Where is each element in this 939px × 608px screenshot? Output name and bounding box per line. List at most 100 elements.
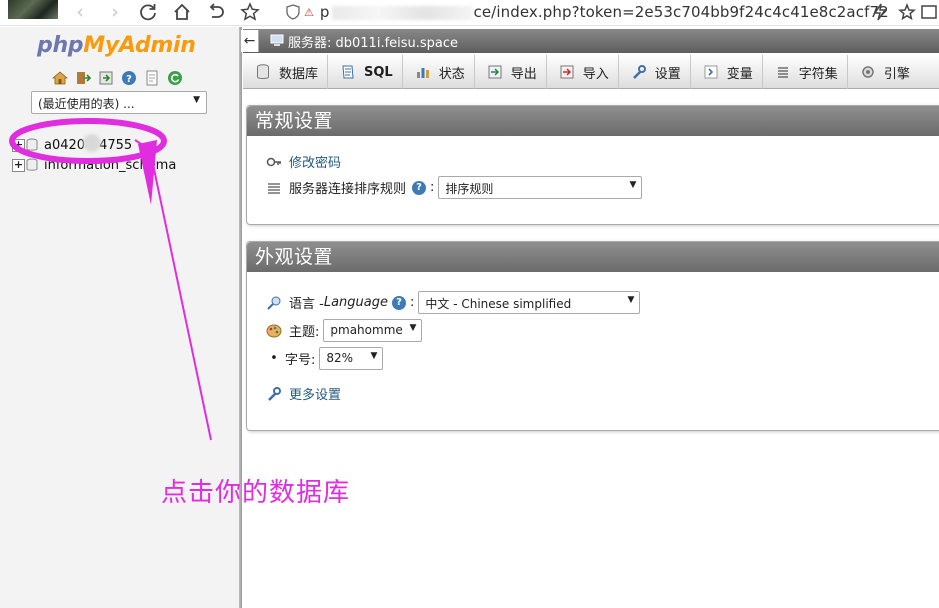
phpmyadmin-logo[interactable]: phpMyAdmin — [37, 33, 196, 58]
expand-icon[interactable]: + — [12, 158, 25, 172]
tree-item-database[interactable]: + a0420 4755 — [12, 134, 176, 155]
server-breadcrumb: ← 服务器: db011i.feisu.space — [241, 29, 939, 53]
wrench-icon — [265, 386, 283, 402]
change-password-link[interactable]: 修改密码 — [289, 152, 341, 171]
panel-divider[interactable] — [239, 27, 242, 608]
navigation-panel: phpMyAdmin ? (最近使用的表) ... ▼ + a0420 4755 … — [0, 27, 242, 608]
main-tabs: 数据库 SQL 状态 导出 导入 设置 变量 字符集 引擎 — [243, 55, 939, 89]
forward-arrow-icon[interactable]: › — [103, 0, 127, 24]
key-icon — [265, 154, 283, 170]
general-settings-panel: 常规设置 修改密码 服务器连接排序规则 ? : 排序规则 ▼ — [246, 105, 939, 225]
logout-icon[interactable] — [74, 69, 91, 86]
variables-icon — [703, 64, 719, 80]
database-name[interactable]: a0420 4755 — [44, 134, 132, 153]
main-content: ← 服务器: db011i.feisu.space 数据库 SQL 状态 导出 — [241, 27, 939, 608]
tab-settings[interactable]: 设置 — [619, 55, 691, 89]
home-icon[interactable] — [170, 0, 194, 24]
change-password-row: 修改密码 — [265, 152, 341, 171]
database-icon — [255, 64, 271, 80]
favorite-star-icon[interactable] — [895, 0, 919, 24]
language-row: 语言 - Language ? : 中文 - Chinese simplifie… — [265, 291, 641, 314]
collapse-arrow-icon[interactable]: ← — [241, 30, 259, 52]
sql-docs-icon[interactable] — [143, 69, 160, 86]
collation-row: 服务器连接排序规则 ? : 排序规则 ▼ — [265, 176, 643, 199]
more-settings-row: 更多设置 — [265, 384, 341, 403]
colon: : — [409, 295, 415, 310]
fontsize-row: • 字号: 82% ▼ — [265, 347, 384, 370]
collation-label: 服务器连接排序规则 — [289, 182, 407, 197]
bullet-icon: • — [270, 351, 278, 366]
chevron-down-icon: ▼ — [629, 180, 637, 190]
database-icon — [26, 138, 38, 151]
general-settings-title: 常规设置 — [247, 106, 939, 136]
tab-charsets[interactable]: 字符集 — [763, 55, 848, 89]
database-icon — [26, 158, 38, 171]
database-tree: + a0420 4755 + information_schema — [12, 134, 176, 175]
lightning-icon[interactable] — [868, 0, 892, 24]
collation-select[interactable]: 排序规则 ▼ — [438, 176, 643, 199]
query-window-icon[interactable] — [97, 69, 114, 86]
help-icon[interactable]: ? — [412, 180, 427, 195]
sql-icon — [340, 64, 356, 80]
chevron-down-icon: ▼ — [409, 323, 417, 333]
theme-select[interactable]: pmahomme ▼ — [323, 319, 423, 342]
url-text: p ce/index.php?token=2e53c704bb9f24c4c41e… — [319, 3, 889, 21]
browser-toolbar: ‹ › ⚠ p ce/index.php?token=2e53c704bb9f24… — [0, 0, 939, 26]
address-bar[interactable]: ⚠ p ce/index.php?token=2e53c704bb9f24c4c4… — [286, 0, 896, 24]
recent-tables-select[interactable]: (最近使用的表) ... ▼ — [31, 91, 207, 114]
tab-databases[interactable]: 数据库 — [243, 55, 329, 89]
theme-label: 主题: — [289, 325, 320, 340]
svg-text:?: ? — [126, 74, 132, 85]
tab-sql[interactable]: SQL — [328, 55, 403, 89]
fontsize-select[interactable]: 82% ▼ — [319, 347, 384, 370]
tree-item-information-schema[interactable]: + information_schema — [12, 155, 176, 175]
chevron-down-icon: ▼ — [627, 295, 635, 305]
fontsize-label: 字号: — [285, 353, 316, 368]
documentation-icon[interactable]: ? — [120, 69, 137, 86]
server-link[interactable]: 服务器: db011i.feisu.space — [269, 32, 458, 51]
appearance-settings-panel: 外观设置 语言 - Language ? : 中文 - Chinese simp… — [246, 241, 939, 431]
back-arrow-icon[interactable]: ‹ — [68, 0, 92, 24]
theme-row: 主题: pmahomme ▼ — [265, 319, 423, 342]
annotation-text: 点击你的数据库 — [161, 478, 351, 508]
tab-status[interactable]: 状态 — [403, 55, 475, 89]
language-label-en: Language — [323, 295, 388, 310]
palette-icon — [265, 323, 283, 339]
chevron-down-icon: ▼ — [370, 351, 378, 361]
home-icon[interactable] — [51, 69, 68, 86]
export-icon — [487, 64, 503, 80]
tab-export[interactable]: 导出 — [475, 55, 547, 89]
language-label: 语言 - — [289, 297, 324, 312]
reload-icon[interactable] — [136, 0, 160, 24]
tab-import[interactable]: 导入 — [547, 55, 619, 89]
status-icon — [415, 64, 431, 80]
help-icon[interactable]: ? — [391, 295, 406, 310]
reload-navigation-icon[interactable] — [166, 69, 183, 86]
colon: : — [430, 180, 435, 195]
url-redaction — [331, 5, 472, 20]
profile-thumbnail[interactable] — [8, 0, 58, 19]
overflow-icon[interactable] — [918, 0, 939, 24]
import-icon — [559, 64, 575, 80]
appearance-settings-title: 外观设置 — [247, 242, 939, 272]
server-icon — [270, 34, 284, 46]
tab-engines[interactable]: 引擎 — [848, 55, 919, 89]
shield-icon — [286, 4, 300, 20]
name-redaction — [83, 134, 102, 152]
bookmark-star-icon[interactable] — [238, 0, 262, 24]
security-warning-icon: ⚠ — [304, 5, 314, 19]
tab-variables[interactable]: 变量 — [691, 55, 763, 89]
collation-icon — [265, 180, 283, 196]
undo-icon[interactable] — [204, 0, 228, 24]
wrench-icon — [631, 64, 647, 80]
expand-icon[interactable]: + — [12, 138, 25, 152]
charset-icon — [775, 64, 791, 80]
more-settings-link[interactable]: 更多设置 — [289, 384, 341, 403]
screen: ‹ › ⚠ p ce/index.php?token=2e53c704bb9f24… — [0, 0, 939, 608]
engine-icon — [860, 64, 876, 80]
language-icon — [265, 295, 283, 311]
nav-quick-icons: ? — [51, 69, 183, 86]
chevron-down-icon: ▼ — [193, 95, 200, 105]
language-select[interactable]: 中文 - Chinese simplified ▼ — [418, 291, 641, 314]
database-name[interactable]: information_schema — [44, 158, 176, 173]
